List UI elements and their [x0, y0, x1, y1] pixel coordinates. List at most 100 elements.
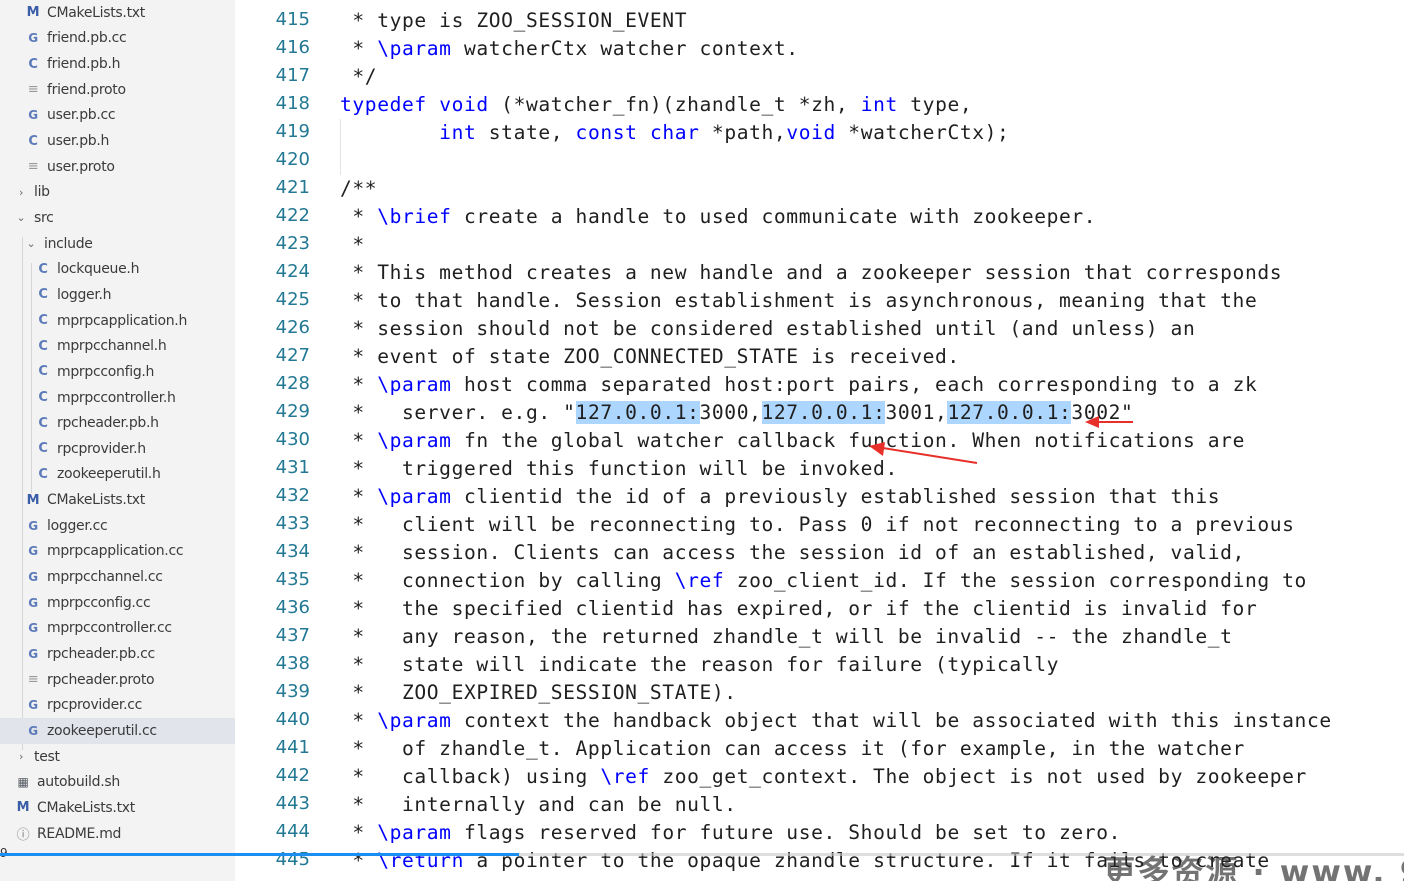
code-line[interactable]: 444 * \param flags reserved for future u… [235, 819, 1404, 847]
code-line[interactable]: 434 * session. Clients can access the se… [235, 539, 1404, 567]
code-line[interactable]: 418 typedef void (*watcher_fn)(zhandle_t … [235, 91, 1404, 119]
code-line[interactable]: 425 * to that handle. Session establishm… [235, 287, 1404, 315]
code-line[interactable]: 442 * callback) using \ref zoo_get_conte… [235, 763, 1404, 791]
code-text[interactable]: * \param fn the global watcher callback … [340, 429, 1245, 452]
code-line[interactable]: 430 * \param fn the global watcher callb… [235, 427, 1404, 455]
sidebar-item-lib[interactable]: › lib [0, 180, 235, 206]
code-text[interactable]: /** [340, 177, 377, 200]
code-line[interactable]: 422 * \brief create a handle to used com… [235, 203, 1404, 231]
code-text[interactable]: int state, const char *path,void *watche… [340, 121, 1009, 144]
code-text[interactable]: * client will be reconnecting to. Pass 0… [340, 513, 1295, 536]
sidebar-item-test[interactable]: › test [0, 744, 235, 770]
code-text[interactable]: * \brief create a handle to used communi… [340, 205, 1096, 228]
sidebar-item-autobuild-sh[interactable]: ▦ autobuild.sh [0, 770, 235, 796]
sidebar-item-readme-md[interactable]: ⓘ README.md [0, 821, 235, 847]
chevron-right-icon[interactable]: › [16, 186, 26, 199]
code-line[interactable]: 435 * connection by calling \ref zoo_cli… [235, 567, 1404, 595]
sidebar-item-cmakelists-txt[interactable]: M CMakeLists.txt [0, 0, 235, 26]
sidebar-item-label: mprpcconfig.cc [47, 594, 151, 611]
code-text[interactable]: * the specified clientid has expired, or… [340, 597, 1257, 620]
code-text[interactable]: * internally and can be null. [340, 793, 737, 816]
code-line[interactable]: 417 */ [235, 63, 1404, 91]
code-text[interactable]: * server. e.g. "127.0.0.1:3000,127.0.0.1… [340, 401, 1133, 424]
code-line[interactable]: 424 * This method creates a new handle a… [235, 259, 1404, 287]
sidebar-item-mprpcchannel-cc[interactable]: Gmprpcchannel.cc [0, 564, 235, 590]
sidebar-item-src[interactable]: ⌄ src [0, 205, 235, 231]
sidebar-item-rpcheader-pb-cc[interactable]: Grpcheader.pb.cc [0, 641, 235, 667]
sidebar-item-mprpcconfig-h[interactable]: Cmprpcconfig.h [0, 359, 235, 385]
sidebar-item-mprpcconfig-cc[interactable]: Gmprpcconfig.cc [0, 590, 235, 616]
code-text[interactable]: * event of state ZOO_CONNECTED_STATE is … [340, 345, 960, 368]
code-line[interactable]: 423 * [235, 231, 1404, 259]
sidebar-item-friend-pb-h[interactable]: Cfriend.pb.h [0, 51, 235, 77]
sidebar-item-friend-proto[interactable]: ≡ friend.proto [0, 77, 235, 103]
code-text[interactable]: * connection by calling \ref zoo_client_… [340, 569, 1307, 592]
sidebar-item-user-proto[interactable]: ≡ user.proto [0, 154, 235, 180]
code-text[interactable]: * ZOO_EXPIRED_SESSION_STATE). [340, 681, 737, 704]
code-editor[interactable]: 415 * type is ZOO_SESSION_EVENT 416 * \pa… [235, 0, 1404, 881]
code-text[interactable]: * type is ZOO_SESSION_EVENT [340, 9, 687, 32]
code-line[interactable]: 440 * \param context the handback object… [235, 707, 1404, 735]
sidebar-item-logger-cc[interactable]: Glogger.cc [0, 513, 235, 539]
chevron-right-icon[interactable]: › [16, 750, 26, 763]
sidebar-item-zookeeperutil-h[interactable]: Czookeeperutil.h [0, 462, 235, 488]
code-line[interactable]: 431 * triggered this function will be in… [235, 455, 1404, 483]
sidebar-item-cmakelists-txt[interactable]: M CMakeLists.txt [0, 487, 235, 513]
sidebar-item-lockqueue-h[interactable]: Clockqueue.h [0, 257, 235, 283]
code-line[interactable]: 427 * event of state ZOO_CONNECTED_STATE… [235, 343, 1404, 371]
cpp-file-icon: G [28, 31, 38, 46]
sidebar-item-include[interactable]: ⌄ include [0, 231, 235, 257]
code-text[interactable]: * state will indicate the reason for fai… [340, 653, 1059, 676]
sidebar-item-cmakelists-txt[interactable]: M CMakeLists.txt [0, 795, 235, 821]
sidebar-item-rpcprovider-h[interactable]: Crpcprovider.h [0, 436, 235, 462]
code-line[interactable]: 415 * type is ZOO_SESSION_EVENT [235, 7, 1404, 35]
code-line[interactable]: 441 * of zhandle_t. Application can acce… [235, 735, 1404, 763]
code-line[interactable]: 437 * any reason, the returned zhandle_t… [235, 623, 1404, 651]
code-text[interactable]: typedef void (*watcher_fn)(zhandle_t *zh… [340, 93, 972, 116]
code-line[interactable]: 421 /** [235, 175, 1404, 203]
sidebar-item-friend-pb-cc[interactable]: Gfriend.pb.cc [0, 26, 235, 52]
code-line[interactable]: 428 * \param host comma separated host:p… [235, 371, 1404, 399]
code-text[interactable]: * triggered this function will be invoke… [340, 457, 898, 480]
code-text[interactable]: * \param watcherCtx watcher context. [340, 37, 799, 60]
sidebar-item-mprpccontroller-cc[interactable]: Gmprpccontroller.cc [0, 616, 235, 642]
code-text[interactable]: * session should not be considered estab… [340, 317, 1195, 340]
sidebar-item-rpcheader-pb-h[interactable]: Crpcheader.pb.h [0, 410, 235, 436]
code-line[interactable]: 416 * \param watcherCtx watcher context. [235, 35, 1404, 63]
sidebar-item-mprpcapplication-h[interactable]: Cmprpcapplication.h [0, 308, 235, 334]
code-text[interactable]: * any reason, the returned zhandle_t wil… [340, 625, 1233, 648]
code-line[interactable]: 438 * state will indicate the reason for… [235, 651, 1404, 679]
sidebar-item-user-pb-cc[interactable]: Guser.pb.cc [0, 103, 235, 129]
chevron-down-icon[interactable]: ⌄ [16, 211, 26, 224]
code-text[interactable]: * session. Clients can access the sessio… [340, 541, 1245, 564]
code-text[interactable]: * \param flags reserved for future use. … [340, 821, 1121, 844]
code-line[interactable]: 429 * server. e.g. "127.0.0.1:3000,127.0… [235, 399, 1404, 427]
code-line[interactable]: 426 * session should not be considered e… [235, 315, 1404, 343]
code-text[interactable]: * callback) using \ref zoo_get_context. … [340, 765, 1307, 788]
code-text[interactable]: * of zhandle_t. Application can access i… [340, 737, 1245, 760]
sidebar-item-logger-h[interactable]: Clogger.h [0, 282, 235, 308]
code-text[interactable]: * [340, 233, 365, 256]
sidebar-item-mprpcchannel-h[interactable]: Cmprpcchannel.h [0, 333, 235, 359]
code-text[interactable]: * \param clientid the id of a previously… [340, 485, 1220, 508]
sidebar-item-label: user.proto [47, 158, 115, 175]
sidebar-item-rpcprovider-cc[interactable]: Grpcprovider.cc [0, 693, 235, 719]
sidebar-item-mprpcapplication-cc[interactable]: Gmprpcapplication.cc [0, 539, 235, 565]
code-line[interactable]: 439 * ZOO_EXPIRED_SESSION_STATE). [235, 679, 1404, 707]
code-text[interactable]: * \param host comma separated host:port … [340, 373, 1257, 396]
sidebar-item-rpcheader-proto[interactable]: ≡ rpcheader.proto [0, 667, 235, 693]
code-line[interactable]: 433 * client will be reconnecting to. Pa… [235, 511, 1404, 539]
code-text[interactable]: */ [340, 65, 377, 88]
code-line[interactable]: 436 * the specified clientid has expired… [235, 595, 1404, 623]
code-line[interactable]: 443 * internally and can be null. [235, 791, 1404, 819]
chevron-down-icon[interactable]: ⌄ [26, 237, 36, 250]
sidebar-item-zookeeperutil-cc[interactable]: Gzookeeperutil.cc [0, 718, 235, 744]
code-text[interactable]: * to that handle. Session establishment … [340, 289, 1257, 312]
code-text[interactable]: * \param context the handback object tha… [340, 709, 1332, 732]
code-line[interactable]: 420 [235, 147, 1404, 175]
code-text[interactable]: * This method creates a new handle and a… [340, 261, 1282, 284]
sidebar-item-mprpccontroller-h[interactable]: Cmprpccontroller.h [0, 385, 235, 411]
code-line[interactable]: 419 int state, const char *path,void *wa… [235, 119, 1404, 147]
code-line[interactable]: 432 * \param clientid the id of a previo… [235, 483, 1404, 511]
sidebar-item-user-pb-h[interactable]: Cuser.pb.h [0, 128, 235, 154]
